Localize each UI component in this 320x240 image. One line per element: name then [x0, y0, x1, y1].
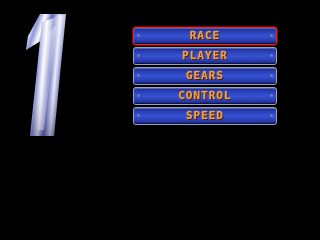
menu-item-label: SPEED [185, 109, 225, 122]
menu-item-race[interactable]: RACE [133, 27, 277, 45]
menu-item-label: PLAYER [182, 49, 228, 62]
menu-item-gears[interactable]: GEARS [133, 67, 277, 85]
menu-item-control[interactable]: CONTROL [133, 87, 277, 105]
menu-item-speed[interactable]: SPEED [133, 107, 277, 125]
menu-item-label: CONTROL [178, 89, 232, 102]
chrome-numeral-one-logo [26, 14, 66, 136]
main-menu: RACE PLAYER GEARS CONTROL SPEED [133, 27, 277, 127]
menu-item-player[interactable]: PLAYER [133, 47, 277, 65]
title-screen: RACE PLAYER GEARS CONTROL SPEED [0, 0, 320, 240]
menu-item-label: RACE [189, 29, 221, 42]
menu-item-label: GEARS [185, 69, 225, 82]
